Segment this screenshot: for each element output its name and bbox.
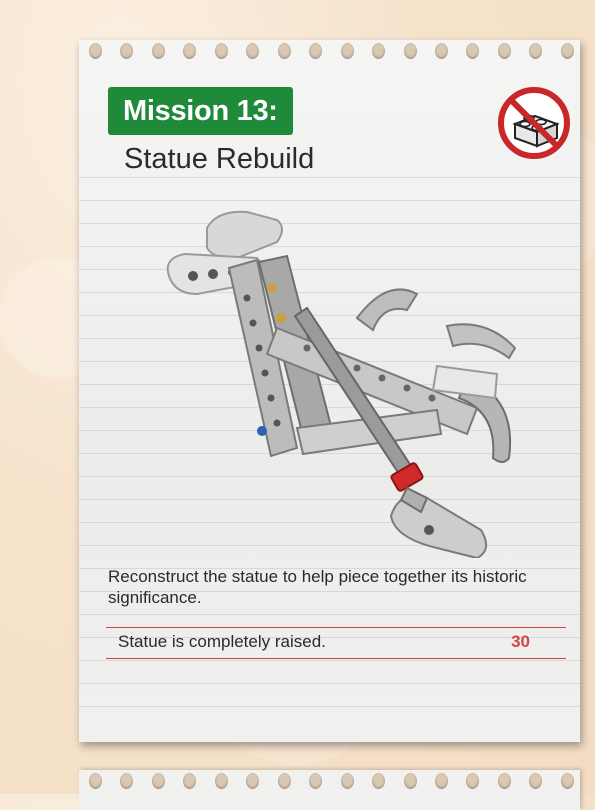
mission-description: Reconstruct the statue to help piece tog…	[108, 567, 527, 607]
statue-model-image	[166, 210, 517, 558]
score-row: Statue is completely raised. 30	[106, 627, 566, 659]
mission-number: Mission 13:	[123, 94, 278, 127]
score-condition: Statue is completely raised.	[118, 632, 326, 651]
mission-number-badge: Mission 13:	[108, 87, 293, 135]
mission-card: Mission 13: Statue Rebuild Reconstruct t…	[79, 40, 580, 742]
mission-title: Statue Rebuild	[124, 143, 315, 175]
no-lego-brick-icon	[498, 87, 570, 159]
score-points: 30	[511, 632, 530, 651]
binder-holes	[89, 43, 574, 63]
binder-holes-next	[89, 773, 574, 793]
next-card-edge	[79, 770, 580, 810]
